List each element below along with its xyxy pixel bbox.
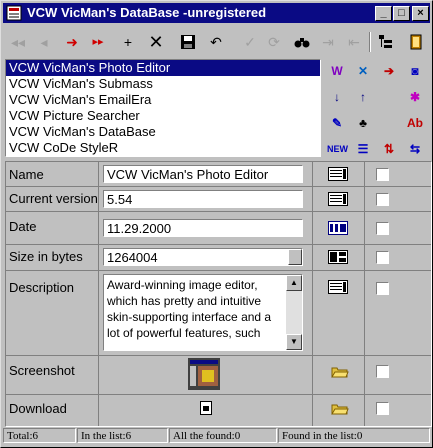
- maximize-button[interactable]: □: [393, 6, 410, 21]
- find-next-icon[interactable]: ⇥: [317, 31, 339, 53]
- toolbar-separator: [369, 32, 371, 52]
- status-total: Total:6: [3, 428, 76, 443]
- size-checkbox[interactable]: [376, 251, 389, 264]
- list-view-icon[interactable]: ☰: [353, 139, 373, 159]
- status-found-in-list: Found in the list:0: [278, 428, 430, 443]
- list-item[interactable]: VCW CoDe StyleR: [6, 140, 320, 156]
- list-item[interactable]: VCW VicMan's EmailEra: [6, 92, 320, 108]
- cancel-edit-icon[interactable]: ↶: [205, 31, 227, 53]
- edit-text-icon[interactable]: [328, 280, 348, 294]
- screenshot-label: Screenshot: [9, 363, 75, 378]
- name-checkbox[interactable]: [376, 168, 389, 181]
- record-panel: Name VCW VicMan's Photo Editor Current v…: [5, 161, 432, 427]
- post-icon[interactable]: ✓: [239, 31, 261, 53]
- status-in-list: In the list:6: [77, 428, 168, 443]
- find-prev-icon[interactable]: ⇤: [343, 31, 365, 53]
- status-all-found: All the found:0: [169, 428, 277, 443]
- screenshot-thumbnail[interactable]: [188, 358, 220, 390]
- list-item[interactable]: VCW VicMan's Photo Editor: [6, 60, 320, 76]
- download-checkbox[interactable]: [376, 402, 389, 415]
- date-picker-icon[interactable]: [328, 221, 348, 235]
- date-label: Date: [9, 219, 37, 234]
- remove-item-icon[interactable]: ✕: [353, 61, 373, 81]
- title-bar[interactable]: VCW VicMan's DataBase -unregistered _ □ …: [3, 3, 430, 23]
- close-button[interactable]: ×: [412, 6, 429, 21]
- list-tools: W ✕ ➔ ◙ ↓ ↑ ✱ ✎ ♣ Ab NEW ☰ ⇅ ⇆: [325, 59, 431, 159]
- size-label: Size in bytes: [9, 249, 83, 264]
- move-updown-icon[interactable]: ⇅: [379, 139, 399, 159]
- calculator-icon[interactable]: [328, 250, 348, 264]
- insert-record-icon[interactable]: +: [117, 31, 139, 53]
- app-icon: [6, 5, 22, 21]
- date-row: Date 11.29.2000: [6, 211, 431, 245]
- refresh-icon[interactable]: ⟳: [263, 31, 285, 53]
- edit-item-icon[interactable]: ✎: [327, 113, 347, 133]
- name-field[interactable]: VCW VicMan's Photo Editor: [103, 165, 303, 183]
- add-item-icon[interactable]: W: [327, 61, 347, 81]
- align-icon[interactable]: ⇆: [405, 139, 425, 159]
- sort-za-icon[interactable]: ↑: [353, 87, 373, 107]
- download-label: Download: [9, 401, 67, 416]
- open-item-icon[interactable]: ◙: [405, 61, 425, 81]
- description-row: Description Award-winning image editor, …: [6, 270, 431, 356]
- open-folder-icon[interactable]: [331, 402, 349, 416]
- open-folder-icon[interactable]: [331, 365, 349, 379]
- tree-icon[interactable]: ♣: [353, 113, 373, 133]
- screenshot-checkbox[interactable]: [376, 365, 389, 378]
- download-row: Download: [6, 394, 431, 424]
- paint-icon[interactable]: ✱: [405, 87, 425, 107]
- version-label: Current version: [9, 191, 98, 206]
- first-record-icon[interactable]: ◂◂: [7, 31, 29, 53]
- move-item-icon[interactable]: ➔: [379, 61, 399, 81]
- description-memo[interactable]: Award-winning image editor, which has pr…: [103, 274, 303, 351]
- edit-text-icon[interactable]: [328, 167, 348, 181]
- delete-record-icon[interactable]: ✕: [145, 31, 167, 53]
- scroll-up-button[interactable]: ▲: [286, 275, 302, 291]
- program-list[interactable]: VCW VicMan's Photo Editor VCW VicMan's S…: [5, 59, 321, 157]
- new-item-icon[interactable]: NEW: [327, 139, 348, 159]
- list-item[interactable]: VCW Picture Searcher: [6, 108, 320, 124]
- font-icon[interactable]: Ab: [405, 113, 425, 133]
- window-title: VCW VicMan's DataBase -unregistered: [27, 5, 267, 20]
- description-text: Award-winning image editor, which has pr…: [107, 278, 272, 340]
- edit-text-icon[interactable]: [328, 192, 348, 206]
- version-row: Current version 5.54: [6, 186, 431, 212]
- description-label: Description: [9, 280, 75, 295]
- size-row: Size in bytes 1264004: [6, 244, 431, 271]
- list-item[interactable]: VCW VicMan's DataBase: [6, 124, 320, 140]
- save-icon[interactable]: [177, 31, 199, 53]
- version-field[interactable]: 5.54: [103, 190, 303, 208]
- description-checkbox[interactable]: [376, 282, 389, 295]
- file-icon[interactable]: [200, 401, 212, 415]
- binoculars-icon[interactable]: [291, 31, 313, 53]
- tree-view-icon[interactable]: [375, 31, 397, 53]
- status-bar: Total:6 In the list:6 All the found:0 Fo…: [3, 428, 432, 445]
- toolbar: ◂◂ ◂ ➜ ▸▸ + ✕ ↶ ✓ ⟳ ⇥ ⇤: [3, 27, 430, 57]
- exit-icon[interactable]: [405, 31, 427, 53]
- size-field[interactable]: 1264004: [103, 248, 303, 266]
- next-record-icon[interactable]: ➜: [61, 31, 83, 53]
- list-item[interactable]: VCW VicMan's Submass: [6, 76, 320, 92]
- sort-az-icon[interactable]: ↓: [327, 87, 347, 107]
- name-label: Name: [9, 167, 44, 182]
- version-checkbox[interactable]: [376, 193, 389, 206]
- screenshot-row: Screenshot: [6, 355, 431, 395]
- scroll-down-button[interactable]: ▼: [286, 334, 302, 350]
- minimize-button[interactable]: _: [375, 6, 392, 21]
- date-field[interactable]: 11.29.2000: [103, 219, 303, 237]
- main-window: VCW VicMan's DataBase -unregistered _ □ …: [0, 0, 433, 448]
- name-row: Name VCW VicMan's Photo Editor: [6, 162, 431, 187]
- prior-record-icon[interactable]: ◂: [33, 31, 55, 53]
- size-spin-button[interactable]: [288, 249, 302, 265]
- last-record-icon[interactable]: ▸▸: [87, 31, 109, 53]
- date-checkbox[interactable]: [376, 222, 389, 235]
- description-scrollbar[interactable]: ▲ ▼: [286, 275, 302, 350]
